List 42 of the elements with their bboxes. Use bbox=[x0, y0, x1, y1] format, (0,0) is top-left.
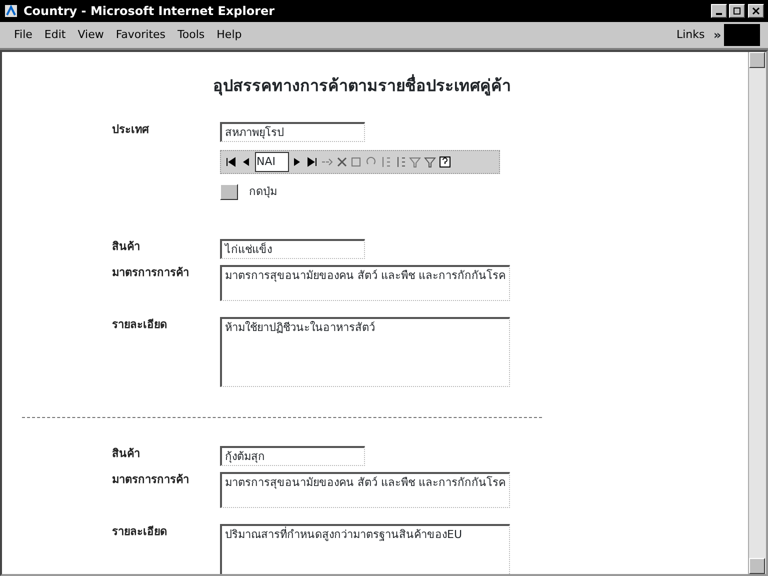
field-label: สินค้า bbox=[112, 238, 141, 254]
detail-field[interactable]: ห้ามใช้ยาปฏิชีวนะในอาหารสัตว์ bbox=[220, 316, 510, 386]
field-label: สินค้า bbox=[112, 446, 141, 462]
record-field[interactable]: NAI bbox=[254, 152, 288, 172]
command-button[interactable] bbox=[220, 184, 238, 200]
measure-field[interactable]: มาตรการสุขอนามัยของคน สัตว์ และพืช และการกักกันโรค bbox=[220, 264, 510, 300]
filter-icon[interactable] bbox=[424, 156, 436, 168]
scroll-down-button[interactable] bbox=[749, 558, 765, 574]
product-field[interactable]: กุ้งต้มสุก bbox=[220, 446, 365, 466]
menu-item[interactable]: Tools bbox=[172, 24, 211, 46]
help-icon[interactable] bbox=[438, 156, 451, 168]
menu-item[interactable]: Edit bbox=[38, 24, 72, 46]
maximize-icon bbox=[732, 6, 742, 16]
minimize-button[interactable] bbox=[710, 4, 726, 18]
menu-item[interactable]: File bbox=[8, 24, 38, 46]
detail-field[interactable]: ปริมาณสารที่กำหนดสูงกว่ามาตรฐานสินค้าของEU bbox=[220, 524, 510, 574]
field-label: ประเทศ bbox=[112, 122, 150, 138]
menu-item[interactable]: Help bbox=[210, 24, 248, 46]
close-icon bbox=[751, 6, 761, 16]
field-label: รายละเอียด bbox=[112, 316, 168, 332]
filter-icon[interactable] bbox=[409, 156, 422, 168]
field-label: มาตรการการค้า bbox=[112, 472, 190, 488]
last-record-icon[interactable] bbox=[306, 156, 318, 168]
first-record-icon[interactable] bbox=[225, 156, 237, 168]
chevron-label[interactable]: » bbox=[713, 26, 722, 44]
menu-item[interactable]: Favorites bbox=[110, 24, 172, 46]
field-label: มาตรการการค้า bbox=[112, 264, 190, 280]
button-caption: กดปุ่ม bbox=[249, 184, 277, 200]
country-field[interactable]: สหภาพยุโรป bbox=[220, 122, 365, 142]
menu-item[interactable]: View bbox=[72, 24, 110, 46]
product-field[interactable]: ไก่แช่แข็ง bbox=[220, 238, 365, 258]
maximize-button[interactable] bbox=[729, 4, 746, 18]
delete-icon[interactable] bbox=[336, 156, 348, 168]
field-label: รายละเอียด bbox=[112, 524, 168, 540]
window-title: Country - Microsoft Internet Explorer bbox=[24, 3, 275, 20]
page-title: อุปสรรคทางการค้าตามรายชื่อประเทศคู่ค้า bbox=[212, 74, 512, 98]
measure-field[interactable]: มาตรการสุขอนามัยของคน สัตว์ และพืช และการกักกันโรค bbox=[220, 472, 510, 508]
links-label[interactable]: Links bbox=[670, 24, 711, 46]
app-icon bbox=[4, 4, 18, 18]
minimize-icon bbox=[716, 13, 722, 15]
close-button[interactable] bbox=[748, 4, 764, 18]
scroll-up-button[interactable] bbox=[749, 52, 765, 68]
